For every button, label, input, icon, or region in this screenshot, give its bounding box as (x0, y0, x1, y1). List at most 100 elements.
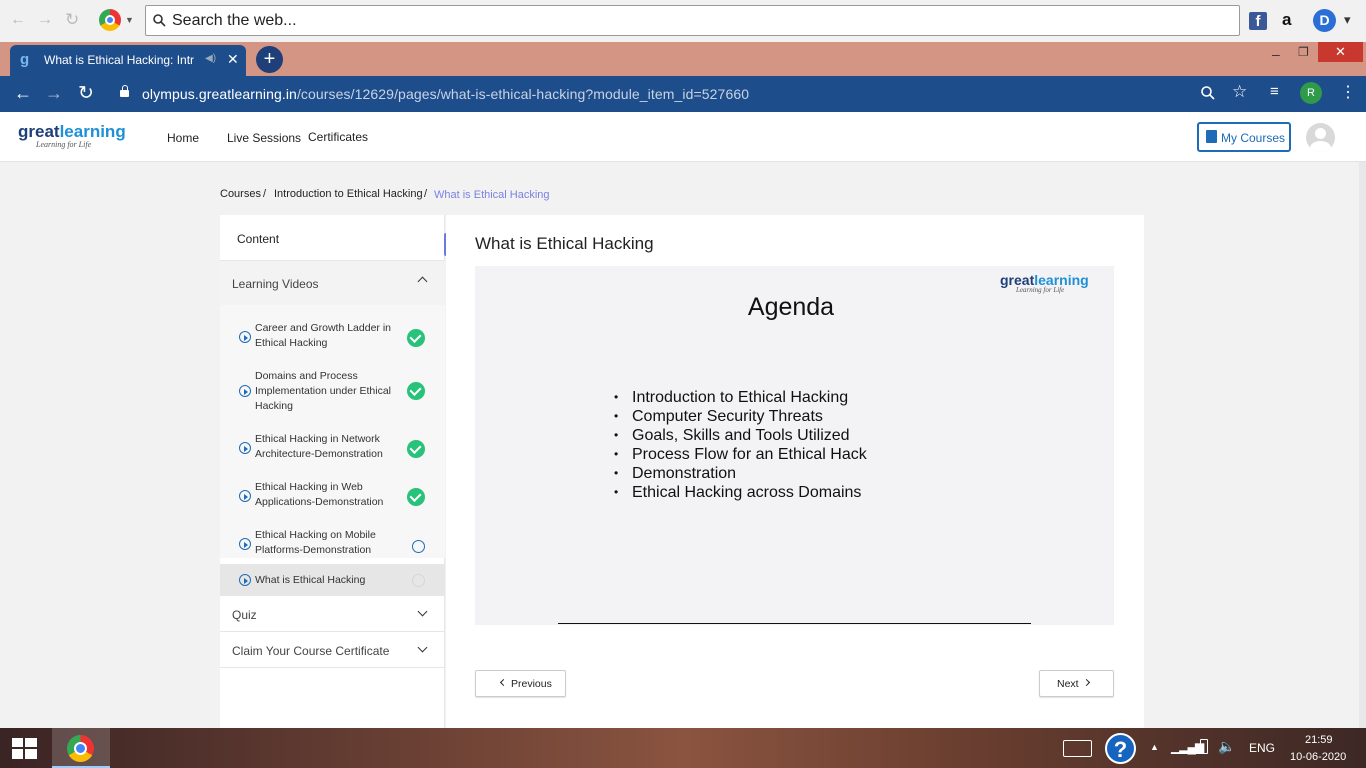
back-icon[interactable]: ← (10, 11, 26, 29)
checkmark-icon (407, 440, 425, 458)
course-content-sidebar: Content Learning Videos Career and Growt… (220, 215, 445, 728)
media-playlist-icon[interactable]: ≡ (1270, 83, 1279, 100)
lesson-item[interactable]: Ethical Hacking on Mobile Platforms-Demo… (220, 526, 445, 562)
tab-strip: g What is Ethical Hacking: Intro ◀) ✕ + … (0, 42, 1366, 76)
chevron-down-icon[interactable]: ▼ (125, 15, 134, 25)
checkmark-icon (407, 382, 425, 400)
lesson-item-current[interactable]: What is Ethical Hacking (220, 564, 445, 596)
chevron-down-icon (417, 642, 428, 653)
chevron-down-icon (417, 606, 428, 617)
tab-active[interactable]: g What is Ethical Hacking: Intro ◀) ✕ (10, 45, 246, 76)
lesson-item[interactable]: Career and Growth Ladder in Ethical Hack… (220, 319, 445, 355)
close-window-button[interactable]: ✕ (1318, 42, 1363, 62)
restore-icon[interactable]: ❐ (1298, 45, 1309, 59)
section-claim-certificate[interactable]: Claim Your Course Certificate (220, 632, 445, 668)
chevron-up-icon[interactable]: ▲ (1150, 742, 1159, 752)
page-body: Courses / Introduction to Ethical Hackin… (0, 162, 1366, 728)
agenda-item: Goals, Skills and Tools Utilized (614, 426, 867, 445)
chevron-up-icon (417, 276, 428, 287)
bookmark-star-icon[interactable]: ☆ (1232, 82, 1247, 102)
forward-arrow-icon[interactable]: → (45, 83, 63, 104)
agenda-item: Ethical Hacking across Domains (614, 483, 867, 502)
agenda-item: Computer Security Threats (614, 407, 867, 426)
help-icon[interactable]: ? (1105, 733, 1136, 764)
previous-button[interactable]: Previous (475, 670, 566, 697)
slide-divider (558, 623, 1031, 624)
page-title: What is Ethical Hacking (475, 234, 654, 253)
keyboard-icon[interactable] (1063, 740, 1092, 757)
nav-certificates[interactable]: Certificates (308, 130, 368, 144)
breadcrumb-courses[interactable]: Courses (220, 188, 261, 200)
play-circle-icon (239, 442, 251, 454)
kebab-menu-icon[interactable]: ⋮ (1340, 82, 1356, 102)
book-icon (1206, 130, 1217, 143)
breadcrumb-course[interactable]: Introduction to Ethical Hacking (274, 188, 423, 200)
clock-time[interactable]: 21:59 (1305, 734, 1333, 746)
volume-icon[interactable]: 🔈 (1218, 738, 1235, 755)
section-learning-videos[interactable]: Learning Videos (220, 261, 445, 305)
incomplete-circle-icon (412, 540, 425, 553)
reload-icon[interactable]: ↻ (65, 10, 79, 30)
agenda-item: Process Flow for an Ethical Hack (614, 445, 867, 464)
minimize-icon[interactable]: – (1272, 46, 1280, 62)
agenda-item: Demonstration (614, 464, 867, 483)
main-content: What is Ethical Hacking greatlearning Le… (446, 215, 1144, 728)
scrollbar[interactable] (1359, 162, 1366, 728)
web-search-box[interactable]: Search the web... (145, 5, 1240, 36)
windows-taskbar: ? ▲ ▁▂▄▆ 🔈 ENG 21:59 10-06-2020 (0, 728, 1366, 768)
chrome-icon[interactable] (99, 9, 121, 31)
chrome-icon (67, 735, 94, 762)
signal-icon[interactable]: ▁▂▄▆ (1171, 740, 1204, 754)
lock-icon[interactable] (120, 85, 129, 97)
user-avatar[interactable] (1306, 123, 1335, 152)
breadcrumb-separator: / (424, 188, 428, 200)
menu-dots-icon[interactable]: ▾ (1344, 12, 1351, 28)
play-circle-icon (239, 574, 251, 586)
greatlearning-logo[interactable]: greatlearning Learning for Life (18, 122, 126, 149)
slide-logo: greatlearning Learning for Life (1000, 272, 1089, 294)
nav-live-sessions[interactable]: Live Sessions (227, 131, 301, 145)
search-placeholder: Search the web... (172, 12, 297, 29)
search-icon (153, 14, 166, 27)
url-field[interactable]: olympus.greatlearning.in/courses/12629/p… (142, 86, 749, 102)
windows-start-icon[interactable] (12, 738, 37, 759)
content-header: Content (220, 215, 445, 261)
slide-frame[interactable]: greatlearning Learning for Life Agenda I… (475, 266, 1114, 625)
facebook-icon[interactable]: f (1249, 12, 1267, 30)
greatlearning-favicon: g (20, 51, 30, 68)
my-courses-button[interactable]: My Courses (1197, 122, 1291, 152)
browser-toolbar: ← → ↻ ▼ Search the web... f a D ▾ (0, 0, 1366, 42)
next-button[interactable]: Next (1039, 670, 1114, 697)
clock-date[interactable]: 10-06-2020 (1290, 751, 1346, 763)
taskbar-chrome-button[interactable] (52, 728, 110, 768)
address-bar: ← → ↻ olympus.greatlearning.in/courses/1… (0, 76, 1366, 112)
amazon-icon[interactable]: a (1282, 10, 1291, 30)
play-circle-icon (239, 385, 251, 397)
lesson-item[interactable]: Domains and Process Implementation under… (220, 365, 445, 415)
tab-title: What is Ethical Hacking: Intro (44, 53, 194, 67)
breadcrumb-current: What is Ethical Hacking (434, 189, 550, 201)
forward-icon[interactable]: → (37, 11, 53, 29)
play-circle-icon (239, 331, 251, 343)
extension-d-icon[interactable]: D (1313, 9, 1336, 32)
speaker-icon[interactable]: ◀) (205, 53, 216, 64)
lesson-item[interactable]: Ethical Hacking in Web Applications-Demo… (220, 478, 445, 514)
chevron-right-icon (1082, 678, 1091, 687)
logo-tagline: Learning for Life (36, 140, 92, 149)
battery-icon[interactable] (1200, 739, 1208, 754)
agenda-item: Introduction to Ethical Hacking (614, 388, 867, 407)
zoom-icon[interactable] (1201, 86, 1215, 100)
close-tab-icon[interactable]: ✕ (227, 51, 239, 68)
reload-arrow-icon[interactable]: ↻ (78, 82, 94, 105)
back-arrow-icon[interactable]: ← (14, 83, 32, 104)
new-tab-button[interactable]: + (256, 46, 283, 73)
breadcrumb-separator: / (263, 188, 267, 200)
incomplete-circle-icon (412, 574, 425, 587)
section-quiz[interactable]: Quiz (220, 596, 445, 632)
profile-avatar[interactable]: R (1300, 82, 1322, 104)
play-circle-icon (239, 538, 251, 550)
lesson-item[interactable]: Ethical Hacking in Network Architecture-… (220, 430, 445, 466)
language-indicator[interactable]: ENG (1249, 741, 1275, 755)
nav-home[interactable]: Home (167, 131, 199, 145)
slide-heading: Agenda (747, 293, 835, 321)
